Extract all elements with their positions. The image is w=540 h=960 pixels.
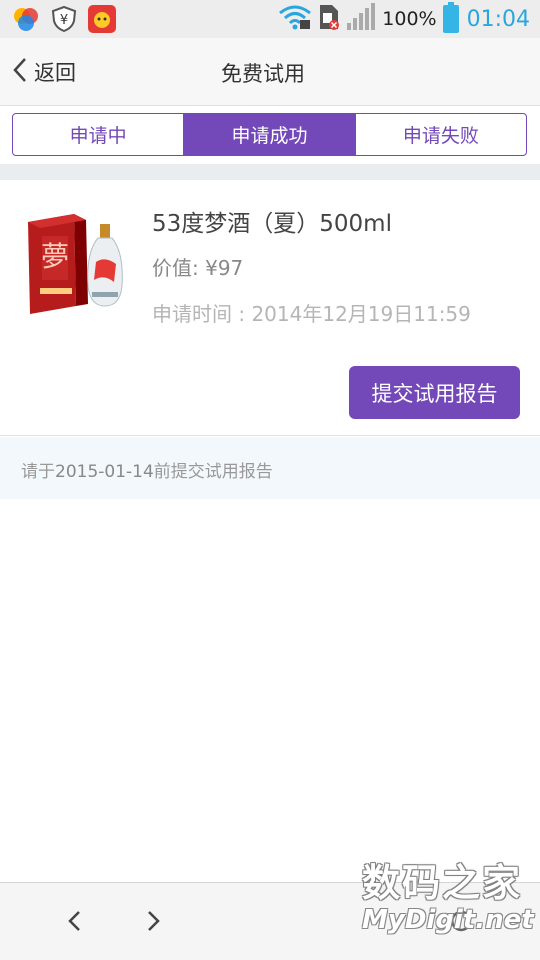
- product-card[interactable]: 夢 53度梦酒（夏）500ml 价值: ¥97 申请时间 : 2014年12月1…: [0, 180, 540, 436]
- apply-time: 申请时间 : 2014年12月19日11:59: [152, 302, 471, 326]
- svg-text:¥: ¥: [60, 13, 68, 28]
- section-divider: [0, 164, 540, 180]
- colorful-app-icon: [12, 5, 40, 33]
- status-bar: ¥ 100% 01:04: [0, 0, 540, 38]
- header-bar: 返回 免费试用: [0, 38, 540, 106]
- chevron-left-icon: [68, 911, 80, 931]
- submit-report-button[interactable]: 提交试用报告: [349, 366, 520, 419]
- deadline-date: 2015-01-14: [55, 462, 154, 482]
- clock: 01:04: [466, 6, 530, 32]
- deadline-notice: 请于2015-01-14前提交试用报告: [0, 437, 540, 499]
- red-app-icon: [88, 5, 116, 33]
- chevron-right-icon: [148, 911, 160, 931]
- product-image: 夢: [24, 208, 128, 320]
- tab-apply-failed[interactable]: 申请失败: [356, 114, 526, 155]
- nav-forward-button[interactable]: [138, 903, 168, 939]
- tab-applying[interactable]: 申请中: [13, 114, 185, 155]
- watermark: 数码之家 MyDigit.net: [362, 852, 534, 942]
- shield-yen-icon: ¥: [50, 5, 78, 33]
- deadline-suffix: 前提交试用报告: [153, 462, 273, 482]
- battery-icon: [442, 2, 459, 33]
- product-name: 53度梦酒（夏）500ml: [152, 211, 392, 237]
- status-tabs: 申请中 申请成功 申请失败: [12, 113, 527, 156]
- deadline-prefix: 请于: [21, 462, 55, 482]
- watermark-line1: 数码之家: [362, 861, 523, 905]
- svg-text:夢: 夢: [41, 240, 69, 273]
- tab-apply-success[interactable]: 申请成功: [184, 114, 356, 155]
- deadline-text: 请于2015-01-14前提交试用报告: [21, 457, 273, 482]
- nav-back-button[interactable]: [60, 903, 90, 939]
- signal-icon: [346, 3, 376, 35]
- sim-card-icon: [318, 3, 340, 35]
- watermark-line2: MyDigit.net: [362, 905, 534, 935]
- page-title: 免费试用: [221, 62, 305, 86]
- battery-percent: 100%: [382, 8, 437, 30]
- product-price: 价值: ¥97: [152, 256, 244, 280]
- wifi-icon: [278, 4, 312, 34]
